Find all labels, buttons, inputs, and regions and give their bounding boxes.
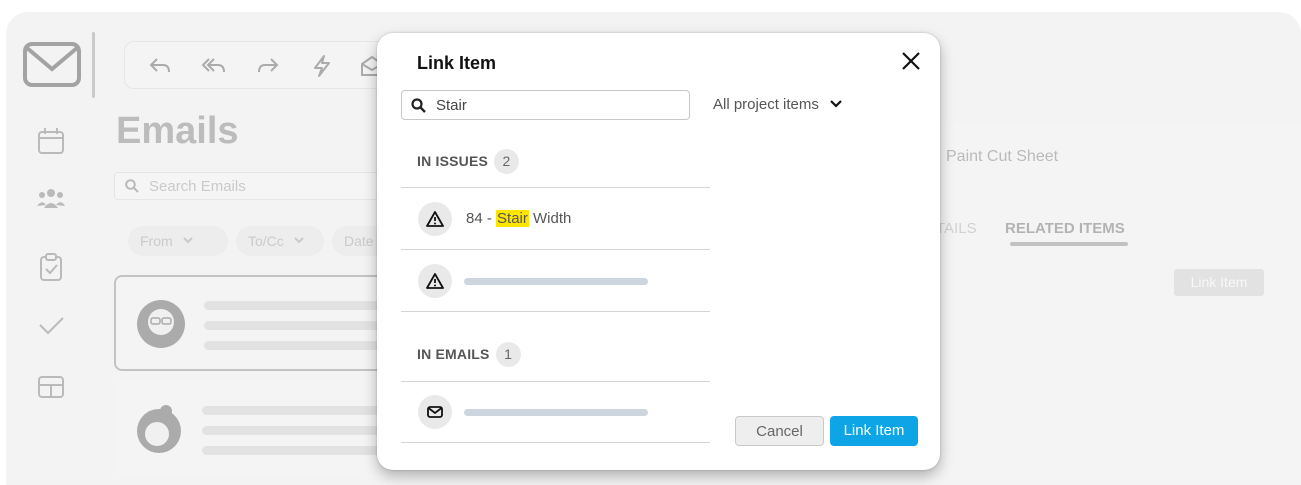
- tab-related-items[interactable]: RELATED ITEMS: [1005, 220, 1125, 237]
- placeholder-line: [204, 341, 404, 350]
- warning-icon: [418, 264, 452, 298]
- count-badge: 2: [494, 149, 520, 174]
- tab-details[interactable]: TAILS: [936, 220, 977, 237]
- cancel-button[interactable]: Cancel: [735, 416, 824, 446]
- email-subject: Paint Cut Sheet: [946, 148, 1059, 165]
- divider: [401, 442, 710, 443]
- placeholder-line: [202, 406, 402, 415]
- loading-placeholder-bar: [464, 278, 648, 285]
- chevron-down-icon: [830, 100, 842, 108]
- link-item-button[interactable]: Link Item: [830, 416, 918, 446]
- placeholder-line: [202, 426, 402, 435]
- issue-result-item[interactable]: 84 - Stair Width: [466, 210, 571, 227]
- item-search-field: [401, 90, 690, 120]
- section-header-issues: IN ISSUES 2: [417, 149, 520, 174]
- people-icon[interactable]: [36, 184, 66, 214]
- issue-number: 84 -: [466, 210, 497, 227]
- dialog-title: Link Item: [417, 53, 497, 73]
- rail-separator: [92, 32, 95, 98]
- scope-dropdown-label: All project items: [713, 96, 819, 113]
- avatar-icon: [137, 405, 181, 453]
- warning-icon: [418, 202, 452, 236]
- forward-icon[interactable]: [255, 54, 281, 78]
- link-item-dialog: Link Item All project items IN ISSUES 2 8…: [377, 33, 940, 470]
- email-toolbar: [124, 41, 404, 89]
- envelope-icon: [418, 395, 452, 429]
- placeholder-line: [202, 446, 402, 455]
- email-list-item[interactable]: [114, 382, 414, 478]
- count-badge: 1: [495, 342, 521, 367]
- section-header-emails: IN EMAILS 1: [417, 342, 521, 367]
- calendar-icon[interactable]: [36, 126, 66, 156]
- chevron-down-icon: [182, 237, 193, 244]
- email-detail-panel: Paint Cut Sheet TAILS RELATED ITEMS Link…: [926, 124, 1301, 485]
- item-search-input[interactable]: [436, 95, 676, 115]
- page-title: Emails: [116, 110, 239, 152]
- filter-from-label: From: [140, 233, 173, 249]
- search-icon: [411, 98, 426, 113]
- search-highlight: Stair: [496, 210, 529, 227]
- reply-all-icon[interactable]: [201, 54, 227, 78]
- divider: [401, 249, 710, 250]
- scope-dropdown[interactable]: All project items: [713, 96, 843, 113]
- issue-title-rest: Width: [528, 210, 572, 227]
- lightning-icon[interactable]: [309, 54, 335, 78]
- placeholder-line: [204, 301, 404, 310]
- divider: [401, 187, 710, 188]
- table-grid-icon[interactable]: [36, 372, 66, 402]
- loading-placeholder-bar: [464, 409, 648, 416]
- chevron-down-icon: [293, 237, 304, 244]
- checkmark-icon[interactable]: [36, 310, 66, 340]
- avatar-icon: [137, 300, 185, 348]
- panel-link-item-button[interactable]: Link Item: [1174, 269, 1264, 296]
- placeholder-line: [204, 321, 404, 330]
- section-label: IN ISSUES: [417, 153, 489, 169]
- close-icon[interactable]: [900, 50, 922, 72]
- filter-to-cc[interactable]: To/Cc: [236, 226, 324, 256]
- divider: [401, 311, 710, 312]
- filter-from[interactable]: From: [128, 226, 228, 256]
- filter-to-cc-label: To/Cc: [248, 233, 284, 249]
- active-tab-indicator: [1010, 242, 1128, 246]
- clipboard-check-icon[interactable]: [36, 252, 66, 282]
- mail-logo-icon[interactable]: [23, 42, 81, 87]
- reply-icon[interactable]: [147, 54, 173, 78]
- filter-date-label: Date: [344, 233, 374, 249]
- search-icon: [125, 179, 139, 193]
- search-emails-input[interactable]: Search Emails: [114, 172, 384, 200]
- email-list-item[interactable]: [114, 275, 414, 371]
- section-label: IN EMAILS: [417, 346, 490, 362]
- search-placeholder: Search Emails: [149, 178, 246, 195]
- divider: [401, 381, 710, 382]
